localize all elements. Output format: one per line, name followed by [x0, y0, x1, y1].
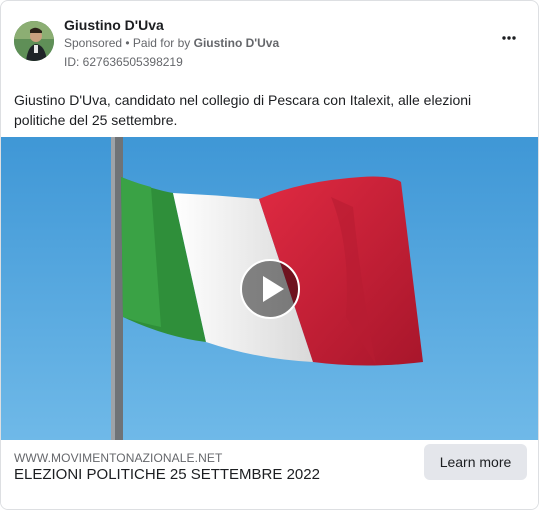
- advertiser-name[interactable]: Giustino D'Uva: [64, 17, 164, 33]
- link-domain: WWW.MOVIMENTONAZIONALE.NET: [14, 451, 223, 465]
- ad-body-text: Giustino D'Uva, candidato nel collegio d…: [14, 92, 472, 128]
- more-options-button[interactable]: [494, 26, 524, 50]
- ad-card: Giustino D'Uva Sponsored • Paid for by G…: [0, 0, 539, 510]
- learn-more-button[interactable]: Learn more: [424, 444, 527, 480]
- ad-video[interactable]: [1, 137, 538, 440]
- link-preview[interactable]: WWW.MOVIMENTONAZIONALE.NET ELEZIONI POLI…: [1, 440, 538, 509]
- paid-for-prefix: Paid for by: [132, 36, 194, 50]
- avatar-photo-icon: [14, 21, 54, 61]
- play-icon: [240, 259, 300, 319]
- sponsored-label: Sponsored: [64, 36, 123, 50]
- link-title[interactable]: ELEZIONI POLITICHE 25 SETTEMBRE 2022: [14, 466, 320, 483]
- separator: •: [122, 36, 133, 50]
- sponsored-line: Sponsored • Paid for by Giustino D'Uva: [64, 36, 279, 50]
- ad-id: ID: 627636505398219: [64, 55, 183, 69]
- advertiser-avatar[interactable]: [14, 21, 54, 61]
- paid-for-name: Giustino D'Uva: [193, 36, 280, 50]
- ad-header: Giustino D'Uva Sponsored • Paid for by G…: [14, 16, 524, 74]
- play-button[interactable]: [240, 259, 300, 319]
- more-horizontal-icon: [502, 36, 516, 40]
